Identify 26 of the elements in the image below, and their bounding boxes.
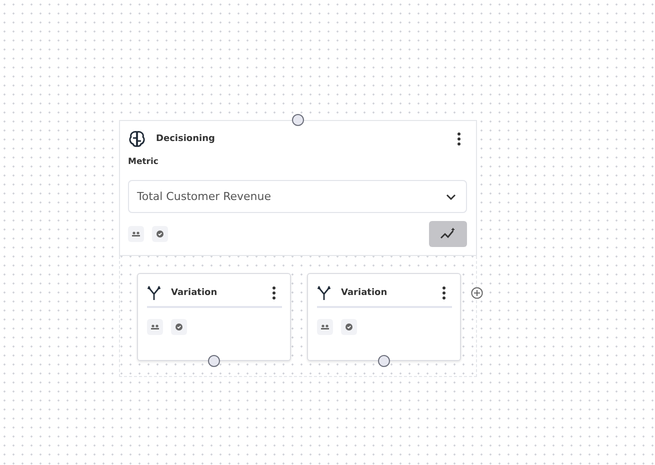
variation-card[interactable]: Variation bbox=[307, 273, 461, 361]
variation-card[interactable]: Variation bbox=[137, 273, 291, 361]
split-icon bbox=[147, 286, 161, 300]
connection-handle[interactable] bbox=[208, 355, 220, 367]
chevron-down-icon bbox=[446, 194, 456, 200]
people-icon[interactable] bbox=[128, 226, 144, 242]
variation-title: Variation bbox=[171, 288, 218, 298]
more-icon[interactable] bbox=[457, 132, 461, 146]
variation-title: Variation bbox=[341, 288, 388, 298]
more-icon[interactable] bbox=[272, 286, 276, 300]
split-icon bbox=[317, 286, 331, 300]
connection-handle[interactable] bbox=[378, 355, 390, 367]
metric-dropdown[interactable]: Total Customer Revenue bbox=[128, 180, 467, 213]
trend-button[interactable] bbox=[429, 221, 467, 247]
node-title: Decisioning bbox=[156, 134, 216, 144]
check-badge-icon[interactable] bbox=[171, 319, 187, 335]
people-icon[interactable] bbox=[317, 319, 333, 335]
connection-handle[interactable] bbox=[292, 114, 304, 126]
add-icon[interactable] bbox=[471, 287, 483, 299]
people-icon[interactable] bbox=[147, 319, 163, 335]
more-icon[interactable] bbox=[442, 286, 446, 300]
trend-icon bbox=[440, 228, 456, 240]
brain-icon bbox=[128, 130, 146, 148]
check-badge-icon[interactable] bbox=[341, 319, 357, 335]
check-badge-icon[interactable] bbox=[152, 226, 168, 242]
metric-label: Metric bbox=[128, 157, 160, 167]
